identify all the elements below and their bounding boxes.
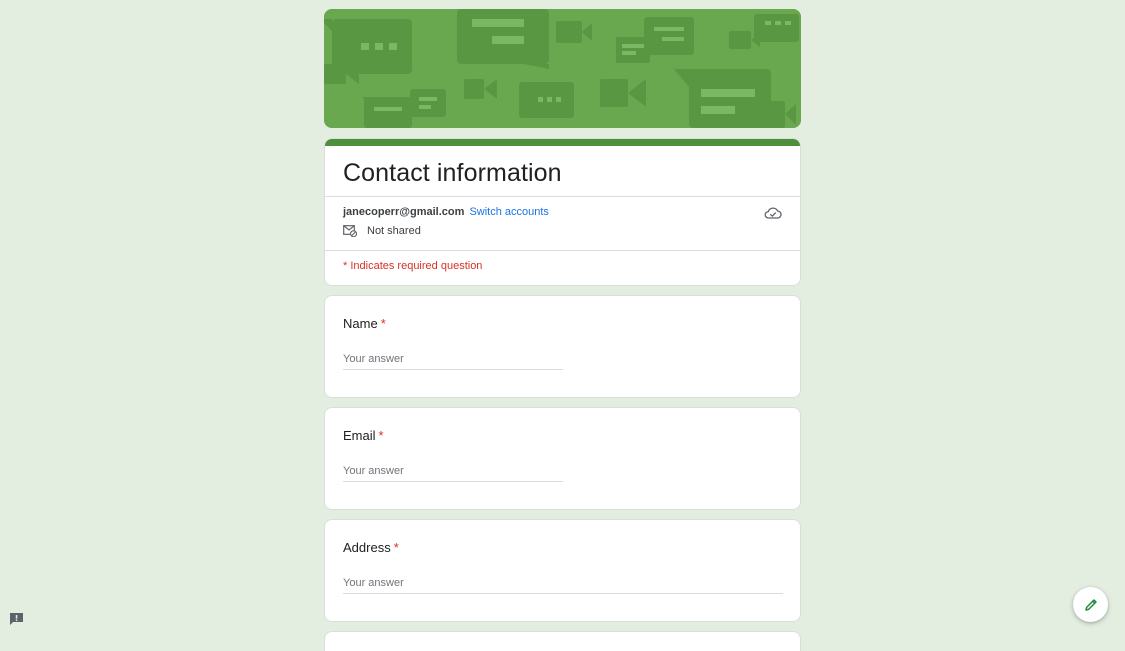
question-card-address: Address * Your answer (324, 519, 801, 622)
form-header-card: Contact information janecoperr@gmail.com… (324, 138, 801, 286)
required-asterisk: * (393, 540, 399, 555)
cloud-icon[interactable] (764, 207, 782, 219)
required-note: * Indicates required question (343, 260, 483, 272)
question-card-email: Email * Your answer (324, 407, 801, 510)
account-email: janecoperr@gmail.com (343, 206, 465, 218)
not-shared-label: Not shared (367, 225, 421, 237)
mail-crossed-icon (343, 225, 357, 237)
required-asterisk: * (380, 316, 386, 331)
form-container: Contact information janecoperr@gmail.com… (324, 9, 801, 651)
question-label: Email * (343, 428, 782, 448)
account-row: janecoperr@gmail.com Switch accounts Not… (325, 197, 800, 250)
banner-illustration (324, 9, 801, 128)
email-answer-input[interactable]: Your answer (343, 465, 563, 482)
switch-accounts-link[interactable]: Switch accounts (469, 206, 548, 218)
edit-button[interactable] (1073, 587, 1108, 622)
accent-bar (325, 139, 800, 146)
question-card-name: Name * Your answer (324, 295, 801, 398)
question-label: Name * (343, 316, 782, 336)
next-question-card (324, 631, 801, 651)
question-text: Name (343, 316, 378, 331)
pencil-icon (1084, 598, 1097, 611)
question-text: Email (343, 428, 376, 443)
report-icon[interactable] (9, 612, 24, 625)
form-title: Contact information (343, 159, 562, 187)
header-banner (324, 9, 801, 128)
not-shared-row: Not shared (343, 225, 782, 237)
name-answer-input[interactable]: Your answer (343, 353, 563, 370)
question-label: Address * (343, 540, 782, 560)
address-answer-input[interactable]: Your answer (343, 577, 783, 594)
question-text: Address (343, 540, 391, 555)
required-asterisk: * (378, 428, 384, 443)
